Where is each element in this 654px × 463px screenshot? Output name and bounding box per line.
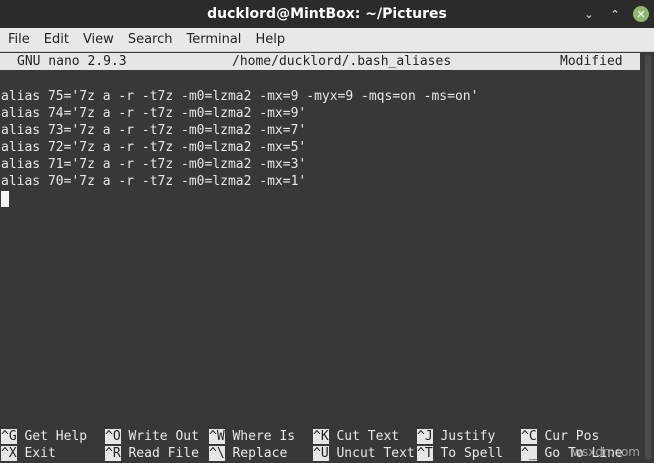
menu-edit[interactable]: Edit xyxy=(37,32,76,47)
shortcut-key: ^\ xyxy=(209,446,225,461)
shortcut-label: Justify xyxy=(440,429,496,444)
shortcut-label: To Spell xyxy=(440,446,504,461)
shortcut-read-file[interactable]: ^R Read File xyxy=(105,445,199,462)
menu-view[interactable]: View xyxy=(76,32,121,47)
shortcut-key: ^W xyxy=(209,429,225,444)
menu-help[interactable]: Help xyxy=(248,32,292,47)
title-bar[interactable]: ducklord@MintBox: ~/Pictures ⌄ ⌃ ✕ xyxy=(0,0,654,28)
shortcut-key: ^R xyxy=(105,446,121,461)
minimize-icon[interactable]: ⌄ xyxy=(576,0,602,28)
window-controls: ⌄ ⌃ ✕ xyxy=(576,0,654,28)
editor-line[interactable]: alias 70='7z a -r -t7z -m0=lzma2 -mx=1' xyxy=(1,173,306,190)
menu-bar: File Edit View Search Terminal Help xyxy=(0,28,654,52)
terminal-area[interactable]: GNU nano 2.9.3 /home/ducklord/.bash_alia… xyxy=(0,52,654,463)
terminal-window: ducklord@MintBox: ~/Pictures ⌄ ⌃ ✕ File … xyxy=(0,0,654,463)
text-cursor xyxy=(1,191,9,207)
editor-line[interactable]: alias 71='7z a -r -t7z -m0=lzma2 -mx=3' xyxy=(1,156,306,173)
scrollbar[interactable] xyxy=(642,52,654,463)
shortcut-where-is[interactable]: ^W Where Is xyxy=(209,428,295,445)
shortcut-label: Replace xyxy=(232,446,288,461)
nano-file-path: /home/ducklord/.bash_aliases xyxy=(232,54,452,69)
shortcut-label: Write Out xyxy=(128,429,199,444)
shortcut-row-1: ^G Get Help ^O Write Out ^W Where Is ^K … xyxy=(0,428,640,445)
shortcut-key: ^T xyxy=(417,446,433,461)
editor-line[interactable]: alias 73='7z a -r -t7z -m0=lzma2 -mx=7' xyxy=(1,122,306,139)
shortcut-label: Cut Text xyxy=(336,429,400,444)
shortcut-key: ^_ xyxy=(521,446,537,461)
menu-file[interactable]: File xyxy=(0,32,37,47)
maximize-icon[interactable]: ⌃ xyxy=(602,0,628,28)
close-icon: ✕ xyxy=(633,6,649,22)
shortcut-to-spell[interactable]: ^T To Spell xyxy=(417,445,503,462)
scrollbar-thumb[interactable] xyxy=(645,55,651,460)
shortcut-replace[interactable]: ^\ Replace xyxy=(209,445,287,462)
nano-version: GNU nano 2.9.3 xyxy=(17,54,127,69)
shortcut-key: ^J xyxy=(417,429,433,444)
close-button[interactable]: ✕ xyxy=(628,0,654,28)
shortcut-write-out[interactable]: ^O Write Out xyxy=(105,428,199,445)
shortcut-label: Read File xyxy=(128,446,199,461)
shortcut-label: Cur Pos xyxy=(544,429,600,444)
window-title: ducklord@MintBox: ~/Pictures xyxy=(207,6,447,22)
shortcut-key: ^C xyxy=(521,429,537,444)
nano-status: Modified xyxy=(560,54,623,69)
shortcut-cut-text[interactable]: ^K Cut Text xyxy=(313,428,399,445)
shortcut-justify[interactable]: ^J Justify xyxy=(417,428,495,445)
menu-terminal[interactable]: Terminal xyxy=(179,32,248,47)
editor-line[interactable]: alias 74='7z a -r -t7z -m0=lzma2 -mx=9' xyxy=(1,105,306,122)
shortcut-cur-pos[interactable]: ^C Cur Pos xyxy=(521,428,599,445)
shortcut-label: Get Help xyxy=(24,429,88,444)
shortcut-key: ^K xyxy=(313,429,329,444)
shortcut-label: Uncut Text xyxy=(336,446,415,461)
editor-line[interactable]: alias 72='7z a -r -t7z -m0=lzma2 -mx=5' xyxy=(1,139,306,156)
nano-header: GNU nano 2.9.3 /home/ducklord/.bash_alia… xyxy=(0,53,640,70)
shortcut-uncut-text[interactable]: ^U Uncut Text xyxy=(313,445,415,462)
shortcut-get-help[interactable]: ^G Get Help xyxy=(1,428,87,445)
shortcut-exit[interactable]: ^X Exit xyxy=(1,445,56,462)
menu-search[interactable]: Search xyxy=(121,32,180,47)
shortcut-key: ^G xyxy=(1,429,17,444)
shortcut-label: Where Is xyxy=(232,429,296,444)
shortcut-key: ^U xyxy=(313,446,329,461)
shortcut-row-2: ^X Exit ^R Read File ^\ Replace ^U Uncut… xyxy=(0,445,640,462)
watermark: wsxdn.com xyxy=(572,445,640,459)
editor-line[interactable]: alias 75='7z a -r -t7z -m0=lzma2 -mx=9 -… xyxy=(1,88,478,105)
shortcut-key: ^O xyxy=(105,429,121,444)
shortcut-label: Exit xyxy=(24,446,56,461)
shortcut-key: ^X xyxy=(1,446,17,461)
